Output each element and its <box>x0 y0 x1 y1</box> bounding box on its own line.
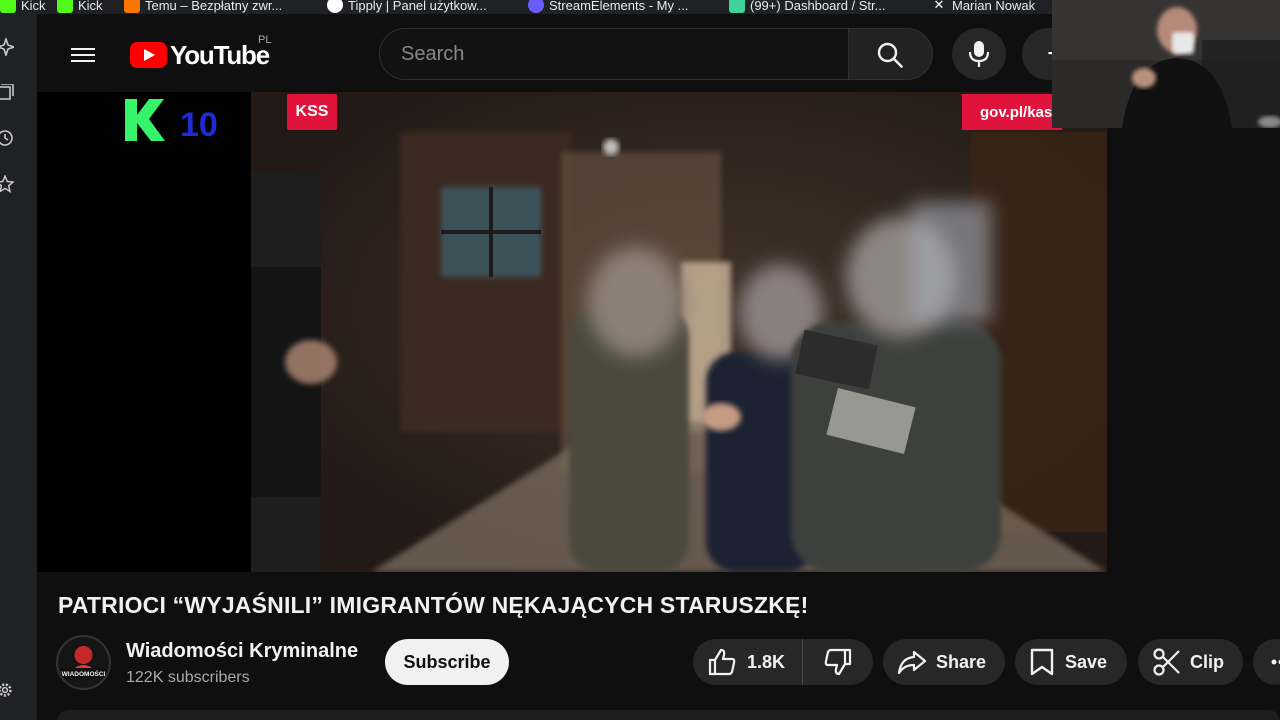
save-button[interactable]: Save <box>1015 639 1127 685</box>
microphone-icon <box>968 41 990 67</box>
bookmark-temu[interactable]: Temu – Bezpłatny zwr... <box>124 0 282 14</box>
hamburger-line <box>71 54 95 56</box>
browser-sidebar <box>0 14 37 720</box>
kick-icon <box>57 0 73 13</box>
bookmark-icon <box>1030 648 1054 676</box>
collections-icon[interactable] <box>0 83 14 102</box>
settings-gear-icon[interactable] <box>0 681 14 699</box>
share-arrow-icon <box>897 650 927 675</box>
youtube-logo[interactable]: YouTube <box>130 39 270 70</box>
bookmark-label: Temu – Bezpłatny zwr... <box>145 0 283 13</box>
video-frame-image <box>251 92 1107 572</box>
tipply-icon <box>327 0 343 13</box>
youtube-logo-text: YouTube <box>170 39 270 70</box>
thumbs-down-icon <box>824 648 852 676</box>
channel-number: 10 <box>180 106 218 144</box>
gov-badge: gov.pl/kas <box>962 94 1062 130</box>
more-horizontal-icon <box>1271 659 1280 665</box>
temu-icon <box>124 0 140 13</box>
guide-menu-button[interactable] <box>65 42 101 70</box>
share-button[interactable]: Share <box>883 639 1005 685</box>
hamburger-icon <box>71 48 95 50</box>
like-count: 1.8K <box>747 651 786 672</box>
bookmark-label: Kick <box>21 0 46 13</box>
bookmark-kick-2[interactable]: Kick <box>57 0 103 14</box>
bookmark-label: StreamElements - My ... <box>549 0 689 13</box>
streamelements-icon <box>528 0 544 13</box>
favorites-star-icon[interactable] <box>0 174 15 194</box>
sparkle-icon[interactable] <box>0 36 17 58</box>
bookmark-label: (99+) Dashboard / Str... <box>750 0 886 13</box>
video-frame <box>251 92 1107 572</box>
hamburger-line <box>71 60 95 62</box>
webcam-image <box>1052 0 1280 128</box>
share-label: Share <box>936 651 987 672</box>
kick-icon <box>0 0 16 13</box>
channel-avatar[interactable]: WIADOMOŚCI <box>56 635 111 690</box>
search-button[interactable] <box>849 28 933 80</box>
search-box <box>379 28 849 80</box>
like-dislike-group: 1.8K <box>693 639 873 685</box>
youtube-play-icon <box>130 42 167 68</box>
bookmark-label: Kick <box>78 0 103 13</box>
bookmark-label: Marian Nowak <box>952 0 1036 13</box>
country-code: PL <box>258 34 272 46</box>
webcam-overlay <box>1052 0 1280 128</box>
bookmark-dashboard[interactable]: (99+) Dashboard / Str... <box>729 0 885 14</box>
clip-label: Clip <box>1190 651 1224 672</box>
dashboard-icon <box>729 0 745 13</box>
avatar-text: WIADOMOŚCI <box>62 669 106 678</box>
bookmark-kick-1[interactable]: Kick <box>0 0 46 14</box>
x-icon: ✕ <box>933 0 945 12</box>
more-actions-button[interactable] <box>1253 639 1280 685</box>
save-label: Save <box>1065 651 1108 672</box>
thumbs-up-icon <box>708 648 736 676</box>
bookmark-x[interactable]: ✕ Marian Nowak <box>931 0 1036 14</box>
like-button[interactable]: 1.8K <box>693 639 803 685</box>
history-icon[interactable] <box>0 129 14 147</box>
bookmark-tipply[interactable]: Tipply | Panel użytkow... <box>327 0 487 14</box>
subscriber-count: 122K subscribers <box>126 669 250 686</box>
clip-button[interactable]: Clip <box>1138 639 1243 685</box>
bookmark-streamelements[interactable]: StreamElements - My ... <box>528 0 688 14</box>
channel-10-logo: 10 <box>125 99 218 144</box>
video-player[interactable]: 10 KSS gov.pl/kas <box>37 92 1107 572</box>
description-box[interactable] <box>57 710 1280 720</box>
channel-avatar-image: WIADOMOŚCI <box>58 637 109 688</box>
search-icon <box>877 42 903 68</box>
dislike-button[interactable] <box>803 639 873 685</box>
search-input[interactable] <box>380 29 848 79</box>
voice-search-button[interactable] <box>952 28 1006 80</box>
channel-name[interactable]: Wiadomości Kryminalne <box>126 640 358 663</box>
bookmark-label: Tipply | Panel użytkow... <box>348 0 487 13</box>
kss-badge: KSS <box>287 94 337 130</box>
scissors-icon <box>1153 648 1180 676</box>
video-title: PATRIOCI “WYJAŚNILI” IMIGRANTÓW NĘKAJĄCY… <box>58 592 809 618</box>
subscribe-button[interactable]: Subscribe <box>385 639 509 685</box>
